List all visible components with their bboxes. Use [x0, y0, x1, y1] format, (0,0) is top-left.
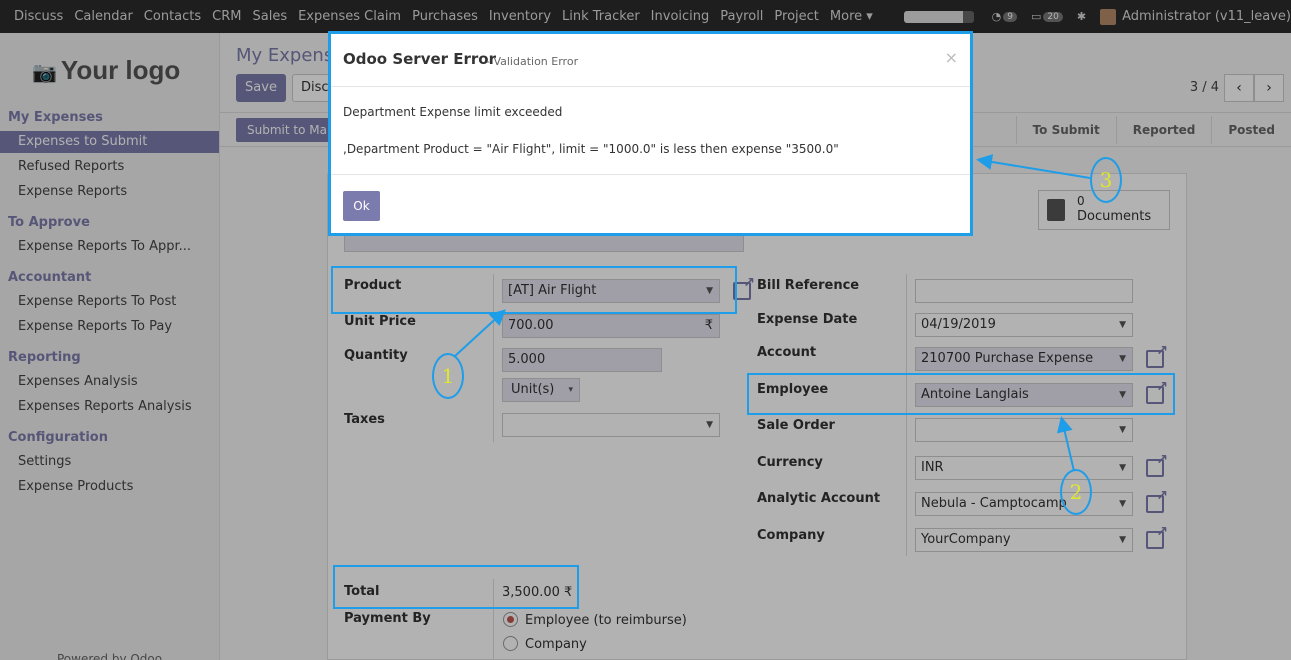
dialog-subtitle: - Validation Error: [486, 55, 579, 68]
dialog-title: Odoo Server Error: [343, 50, 497, 68]
ok-button[interactable]: Ok: [343, 191, 380, 221]
error-message: Department Expense limit exceeded: [343, 105, 563, 119]
server-error-dialog: Odoo Server Error - Validation Error × D…: [328, 31, 973, 236]
divider: [331, 86, 970, 87]
arrow-1: [454, 309, 506, 357]
close-icon[interactable]: ×: [945, 48, 958, 67]
arrow-2: [1056, 416, 1075, 472]
divider: [331, 174, 970, 175]
arrow-3: [976, 154, 1091, 179]
error-detail: ,Department Product = "Air Flight", limi…: [343, 142, 839, 156]
